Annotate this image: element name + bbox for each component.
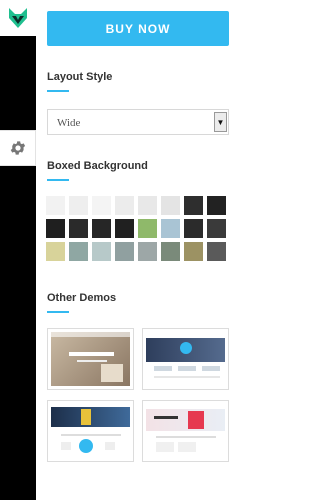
background-pattern-grid — [46, 196, 231, 261]
layout-style-select[interactable]: Wide ▼ — [47, 109, 229, 135]
dropdown-arrow-icon[interactable]: ▼ — [214, 112, 227, 132]
background-pattern-swatch[interactable] — [92, 219, 111, 238]
background-pattern-swatch[interactable] — [115, 196, 134, 215]
logo[interactable] — [0, 0, 36, 36]
settings-toggle[interactable] — [0, 130, 36, 166]
background-pattern-swatch[interactable] — [161, 196, 180, 215]
background-pattern-swatch[interactable] — [138, 219, 157, 238]
demo-thumbnail[interactable] — [142, 400, 229, 462]
demo-1-preview — [51, 332, 130, 386]
background-pattern-swatch[interactable] — [92, 242, 111, 261]
section-underline — [47, 90, 69, 92]
demo-2-preview — [146, 332, 225, 386]
gear-icon — [10, 141, 25, 155]
background-pattern-swatch[interactable] — [46, 242, 65, 261]
background-pattern-swatch[interactable] — [207, 196, 226, 215]
select-value: Wide — [57, 117, 81, 129]
buy-now-button[interactable]: BUY NOW — [47, 11, 229, 46]
section-underline — [47, 311, 69, 313]
boxed-background-title: Boxed Background — [47, 160, 148, 172]
background-pattern-swatch[interactable] — [115, 219, 134, 238]
background-pattern-swatch[interactable] — [138, 242, 157, 261]
background-pattern-swatch[interactable] — [138, 196, 157, 215]
side-rail — [0, 0, 36, 500]
background-pattern-swatch[interactable] — [161, 242, 180, 261]
demo-4-preview — [146, 404, 225, 458]
section-underline — [47, 179, 69, 181]
style-switcher-panel: BUY NOW Layout Style Wide ▼ Boxed Backgr… — [36, 0, 240, 500]
demo-thumbnail[interactable] — [47, 400, 134, 462]
background-pattern-swatch[interactable] — [184, 242, 203, 261]
demo-thumbnails — [47, 328, 229, 462]
background-pattern-swatch[interactable] — [207, 219, 226, 238]
background-pattern-swatch[interactable] — [207, 242, 226, 261]
background-pattern-swatch[interactable] — [184, 219, 203, 238]
background-pattern-swatch[interactable] — [69, 196, 88, 215]
layout-style-title: Layout Style — [47, 71, 113, 83]
background-pattern-swatch[interactable] — [92, 196, 111, 215]
demo-thumbnail[interactable] — [47, 328, 134, 390]
background-pattern-swatch[interactable] — [115, 242, 134, 261]
other-demos-title: Other Demos — [47, 292, 117, 304]
background-pattern-swatch[interactable] — [184, 196, 203, 215]
background-pattern-swatch[interactable] — [46, 196, 65, 215]
background-pattern-swatch[interactable] — [161, 219, 180, 238]
fox-logo-icon — [9, 8, 27, 28]
background-pattern-swatch[interactable] — [69, 242, 88, 261]
background-pattern-swatch[interactable] — [69, 219, 88, 238]
demo-3-preview — [51, 404, 130, 458]
background-pattern-swatch[interactable] — [46, 219, 65, 238]
demo-thumbnail[interactable] — [142, 328, 229, 390]
